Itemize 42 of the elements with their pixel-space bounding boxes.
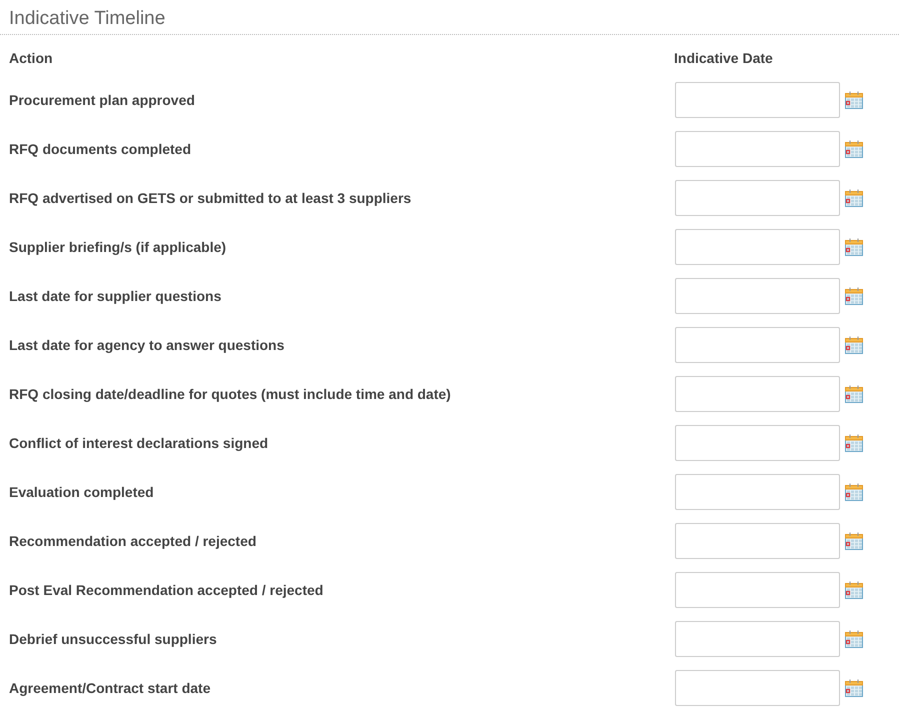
calendar-icon[interactable] [845, 434, 863, 452]
calendar-icon[interactable] [845, 336, 863, 354]
calendar-icon[interactable] [845, 140, 863, 158]
date-field[interactable] [675, 228, 840, 264]
calendar-icon[interactable] [845, 580, 863, 598]
action-label: RFQ closing date/deadline for quotes (must include time and date) [8, 386, 452, 402]
action-label: Conflict of interest declarations signed [8, 434, 270, 450]
date-field[interactable] [675, 620, 840, 656]
date-field[interactable] [675, 376, 840, 412]
action-label: Evaluation completed [8, 484, 155, 500]
calendar-icon[interactable] [845, 286, 863, 304]
date-field[interactable] [675, 82, 840, 118]
date-field[interactable] [675, 474, 840, 510]
action-label: Recommendation accepted / rejected [8, 532, 258, 548]
calendar-icon[interactable] [845, 630, 863, 648]
date-field[interactable] [675, 522, 840, 558]
date-field[interactable] [675, 424, 840, 460]
date-field[interactable] [675, 572, 840, 608]
action-label: Last date for agency to answer questions [8, 336, 286, 352]
action-label: Last date for supplier questions [8, 288, 222, 304]
action-label: Agreement/Contract start date [8, 680, 212, 696]
calendar-icon[interactable] [845, 482, 863, 500]
action-label: Procurement plan approved [8, 92, 196, 108]
date-field[interactable] [675, 180, 840, 216]
section-title: Indicative Timeline [8, 7, 166, 31]
calendar-icon[interactable] [845, 532, 863, 550]
action-label: RFQ advertised on GETS or submitted to at least 3 suppliers [8, 190, 412, 206]
calendar-icon[interactable] [845, 90, 863, 108]
calendar-icon[interactable] [845, 238, 863, 256]
calendar-icon[interactable] [845, 678, 863, 696]
action-label: Post Eval Recommendation accepted / rejected [8, 582, 324, 598]
date-field[interactable] [675, 278, 840, 314]
date-field[interactable] [675, 130, 840, 166]
column-header: Indicative Date [673, 50, 774, 66]
action-label: Supplier briefing/s (if applicable) [8, 238, 228, 254]
date-field[interactable] [675, 326, 840, 362]
action-label: Debrief unsuccessful suppliers [8, 630, 218, 646]
action-label: RFQ documents completed [8, 140, 192, 156]
calendar-icon[interactable] [845, 188, 863, 206]
calendar-icon[interactable] [845, 384, 863, 402]
date-field[interactable] [675, 670, 840, 706]
column-header: Action [8, 49, 54, 68]
